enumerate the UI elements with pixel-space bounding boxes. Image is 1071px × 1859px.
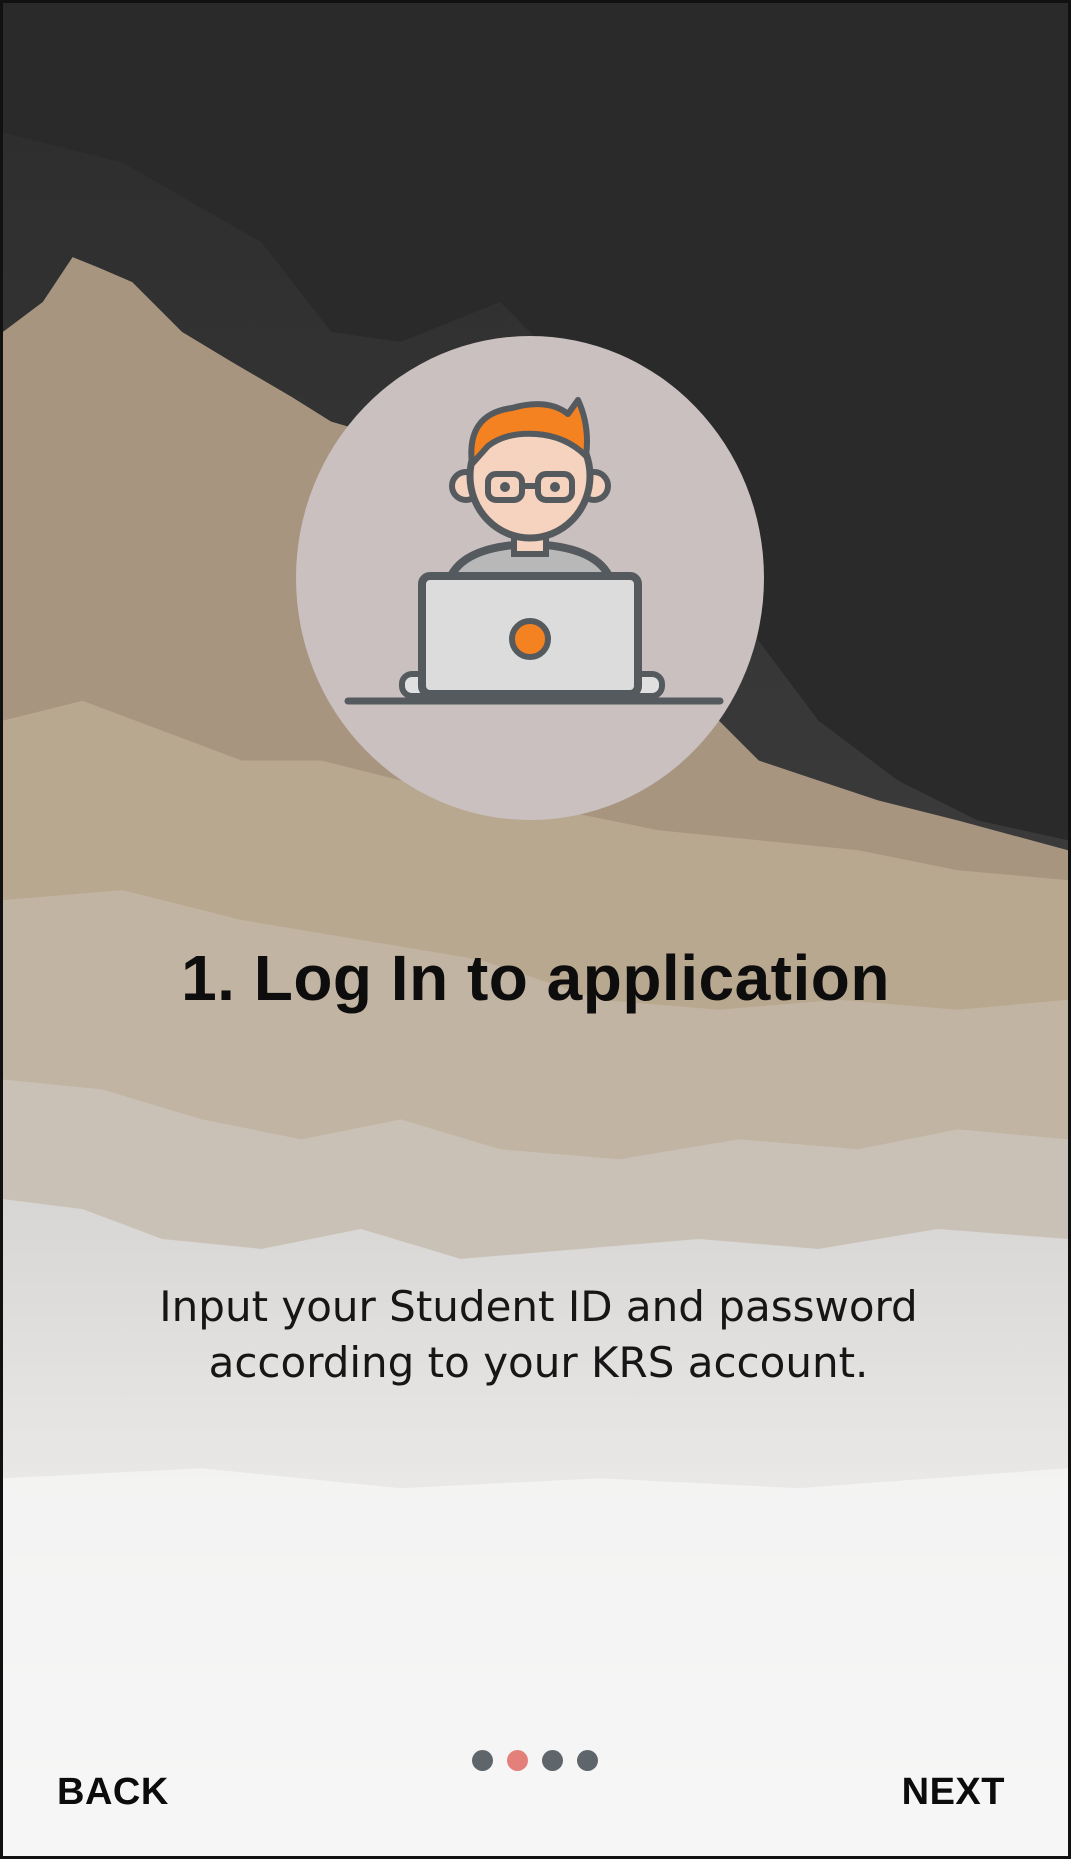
person-with-laptop-icon bbox=[344, 397, 724, 705]
description-line: according to your KRS account. bbox=[208, 1338, 869, 1387]
page-dot-1[interactable] bbox=[472, 1750, 493, 1771]
page-indicator bbox=[472, 1750, 598, 1771]
page-dot-4[interactable] bbox=[577, 1750, 598, 1771]
back-button[interactable]: BACK bbox=[57, 1771, 169, 1814]
mountain-background-image bbox=[3, 3, 1068, 1856]
next-button[interactable]: NEXT bbox=[902, 1771, 1005, 1814]
step-description: Input your Student ID and password accor… bbox=[123, 1279, 954, 1391]
page-dot-3[interactable] bbox=[542, 1750, 563, 1771]
onboarding-screen: 1. Log In to application Input your Stud… bbox=[0, 0, 1071, 1859]
page-dot-2-active[interactable] bbox=[507, 1750, 528, 1771]
step-title: 1. Log In to application bbox=[181, 942, 890, 1014]
description-line: Input your Student ID and password bbox=[159, 1282, 918, 1331]
illustration-circle bbox=[296, 336, 764, 820]
